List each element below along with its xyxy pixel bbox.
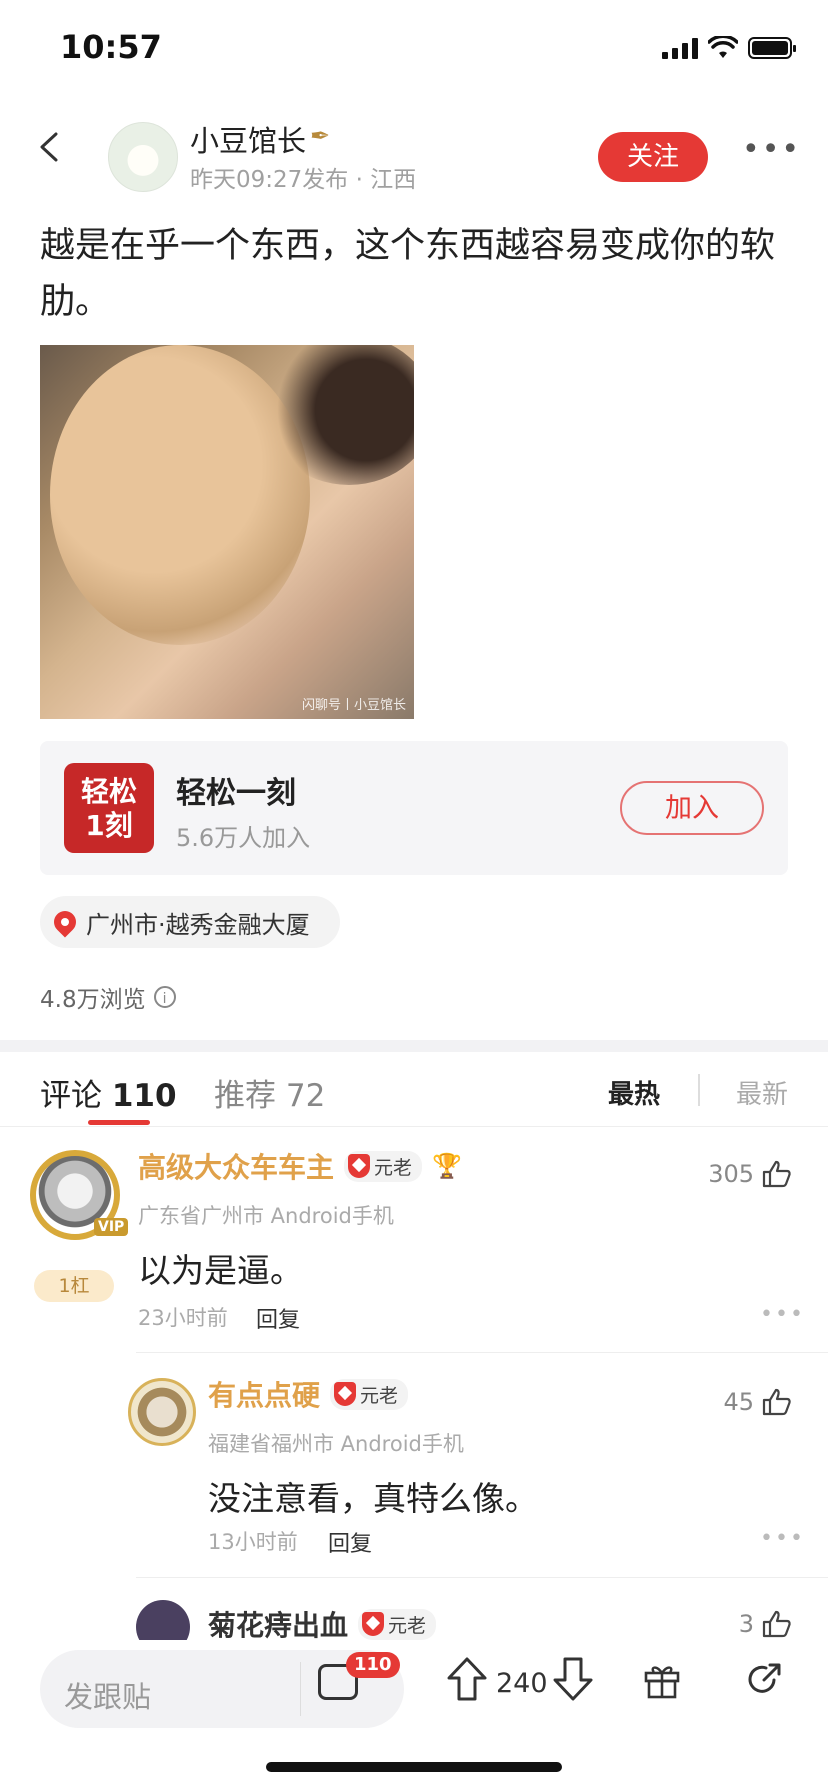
elder-badge: 元老 xyxy=(344,1150,423,1182)
location-chip[interactable]: 广州市·越秀金融大厦 xyxy=(40,896,340,948)
group-logo: 轻松 1刻 xyxy=(64,763,154,853)
post-meta: 昨天09:27发布 · 江西 xyxy=(190,167,417,193)
author-avatar[interactable] xyxy=(108,122,178,192)
view-count: 4.8万浏览 i xyxy=(40,980,176,1014)
wifi-icon xyxy=(708,36,738,58)
comment-text[interactable]: 没注意看，真特么像。 xyxy=(208,1472,538,1520)
location-text: 广州市·越秀金融大厦 xyxy=(86,910,310,939)
back-arrow-icon[interactable] xyxy=(36,132,66,162)
vote-count: 240 xyxy=(496,1668,548,1699)
commenter-name[interactable]: 有点点硬 xyxy=(208,1374,320,1414)
active-tab-indicator xyxy=(88,1120,150,1125)
commenter-name[interactable]: 菊花痔出血 xyxy=(208,1604,348,1644)
cellular-signal-icon xyxy=(662,37,698,59)
tab-bottom-border xyxy=(0,1126,828,1127)
status-icons xyxy=(662,36,796,60)
like-count: 3 xyxy=(738,1610,754,1638)
comment-text[interactable]: 以为是逼。 xyxy=(138,1244,303,1292)
pen-icon: ✒ xyxy=(310,122,331,150)
comment-location: 广东省广州市 Android手机 xyxy=(138,1204,394,1228)
reply-divider xyxy=(300,1662,301,1716)
commenter-avatar[interactable] xyxy=(128,1378,196,1446)
comment-header: 高级大众车车主 元老 🏆 xyxy=(138,1146,462,1186)
like-button[interactable]: 45 xyxy=(723,1388,792,1416)
sort-hot[interactable]: 最热 xyxy=(608,1074,660,1111)
shield-icon xyxy=(348,1154,371,1178)
reply-button[interactable]: 回复 xyxy=(328,1526,372,1558)
group-name[interactable]: 轻松一刻 xyxy=(176,768,296,812)
reply-button[interactable]: 回复 xyxy=(256,1302,300,1334)
views-text: 4.8万浏览 xyxy=(40,987,146,1013)
more-options-icon[interactable]: ••• xyxy=(742,132,801,167)
comment-time: 23小时前 xyxy=(138,1306,228,1330)
thumbs-up-icon xyxy=(762,1160,791,1188)
comment-divider xyxy=(136,1577,828,1578)
sort-new[interactable]: 最新 xyxy=(736,1074,788,1111)
shield-icon xyxy=(334,1382,357,1406)
image-watermark: 闪聊号丨小豆馆长 xyxy=(301,698,406,713)
info-icon[interactable]: i xyxy=(153,986,176,1008)
like-button[interactable]: 305 xyxy=(708,1160,792,1188)
comment-more-icon[interactable]: ••• xyxy=(760,1526,805,1551)
elder-badge: 元老 xyxy=(330,1378,409,1410)
author-name[interactable]: 小豆馆长 xyxy=(190,118,306,160)
comment-more-icon[interactable]: ••• xyxy=(760,1302,805,1327)
tab-comments[interactable]: 评论 110 xyxy=(40,1070,177,1115)
commenter-name[interactable]: 高级大众车车主 xyxy=(138,1146,334,1186)
like-button[interactable]: 3 xyxy=(739,1610,792,1638)
status-time: 10:57 xyxy=(60,28,162,66)
thumbs-up-icon xyxy=(762,1610,791,1638)
like-count: 305 xyxy=(708,1160,754,1188)
like-count: 45 xyxy=(723,1388,754,1416)
comment-header: 菊花痔出血 元老 xyxy=(208,1604,437,1644)
comment-divider xyxy=(136,1352,828,1353)
trophy-icon: 🏆 xyxy=(432,1152,462,1180)
join-button[interactable]: 加入 xyxy=(620,781,764,835)
location-pin-icon xyxy=(49,906,81,938)
thumbs-up-icon xyxy=(762,1388,791,1416)
vip-badge: VIP xyxy=(94,1218,129,1236)
section-divider xyxy=(0,1040,828,1052)
comment-location: 福建省福州市 Android手机 xyxy=(208,1432,464,1456)
reply-placeholder[interactable]: 发跟贴 xyxy=(64,1674,151,1716)
sort-separator xyxy=(698,1074,700,1106)
battery-icon xyxy=(748,37,796,59)
share-icon[interactable] xyxy=(744,1660,784,1700)
downvote-icon[interactable] xyxy=(552,1656,594,1702)
gift-icon[interactable] xyxy=(642,1660,682,1700)
comment-time: 13小时前 xyxy=(208,1530,298,1554)
elder-badge: 元老 xyxy=(358,1608,437,1640)
follow-button[interactable]: 关注 xyxy=(598,132,708,182)
home-indicator[interactable] xyxy=(266,1762,562,1772)
tab-recommend[interactable]: 推荐 72 xyxy=(214,1070,325,1115)
rank-badge: 1杠 xyxy=(34,1270,114,1302)
comment-header: 有点点硬 元老 xyxy=(208,1374,409,1414)
post-text: 越是在乎一个东西，这个东西越容易变成你的软肋。 xyxy=(40,226,776,322)
upvote-icon[interactable] xyxy=(446,1656,488,1702)
shield-icon xyxy=(362,1612,385,1636)
comment-count-badge: 110 xyxy=(346,1652,400,1678)
group-members: 5.6万人加入 xyxy=(176,824,311,852)
post-image[interactable]: 闪聊号丨小豆馆长 xyxy=(40,345,414,719)
